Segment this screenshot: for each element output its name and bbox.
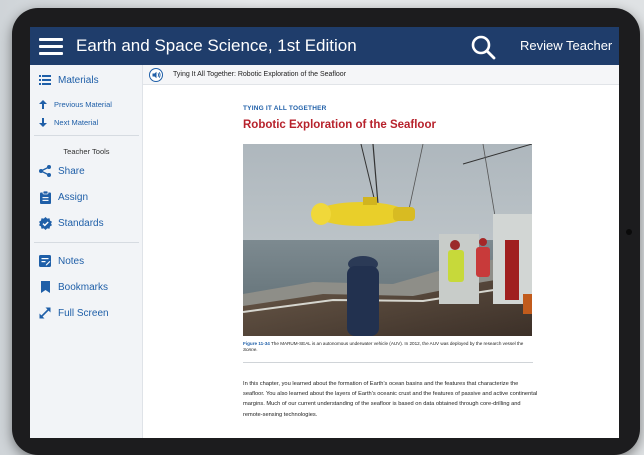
share-icon <box>38 164 52 178</box>
sidebar-item-label: Standards <box>58 217 104 229</box>
sidebar-item-label: Full Screen <box>58 307 109 319</box>
sidebar-item-assign[interactable]: Assign <box>38 190 88 204</box>
teacher-tools-heading: Teacher Tools <box>63 147 110 156</box>
sidebar-item-notes[interactable]: Notes <box>38 254 84 268</box>
sidebar-item-label: Bookmarks <box>58 281 109 293</box>
menu-icon[interactable] <box>39 38 63 55</box>
notes-icon <box>38 254 52 268</box>
seafloor-auv-photo <box>243 144 532 336</box>
bookmark-icon <box>38 280 52 294</box>
sidebar-item-label: Previous Material <box>54 99 112 109</box>
caption-vessel: Sonne <box>243 347 257 352</box>
sidebar-item-label: Assign <box>58 191 89 203</box>
sidebar-item-next[interactable]: Next Material <box>38 115 98 129</box>
tablet-camera <box>626 229 632 235</box>
badge-check-icon <box>38 216 52 230</box>
article-body: In this chapter, you learned about the f… <box>243 381 538 418</box>
arrow-up-icon <box>38 97 48 111</box>
sidebar-item-fullscreen[interactable]: Full Screen <box>38 306 109 320</box>
sidebar-item-standards[interactable]: Standards <box>38 216 104 230</box>
caption-end: . <box>256 347 258 352</box>
caption-text: The MARUM-SEAL is an autonomous underwat… <box>269 341 524 346</box>
search-icon[interactable] <box>470 34 496 60</box>
sidebar-item-bookmarks[interactable]: Bookmarks <box>38 280 108 294</box>
sidebar-item-materials[interactable]: Materials <box>38 73 99 87</box>
speaker-icon[interactable] <box>149 68 163 82</box>
divider <box>34 135 139 136</box>
section-kicker: TYING IT ALL TOGETHER <box>243 105 327 112</box>
divider <box>243 362 533 363</box>
sidebar-item-label: Share <box>58 165 85 177</box>
divider <box>34 242 139 243</box>
figure-caption: Figure 11-34 The MARUM-SEAL is an autono… <box>243 341 533 353</box>
list-icon <box>38 73 52 87</box>
sidebar-item-previous[interactable]: Previous Material <box>38 97 112 111</box>
app-title: Earth and Space Science, 1st Edition <box>76 36 357 55</box>
sidebar: Materials Previous Material Next Materia… <box>30 65 143 438</box>
expand-icon <box>38 306 52 320</box>
clipboard-icon <box>38 190 52 204</box>
app-screen: Earth and Space Science, 1st Edition Rev… <box>30 27 619 438</box>
sidebar-item-label: Next Material <box>54 117 99 127</box>
article-heading: Robotic Exploration of the Seafloor <box>243 119 436 131</box>
sidebar-item-share[interactable]: Share <box>38 164 85 178</box>
main-content: Tying It All Together: Robotic Explorati… <box>143 65 619 438</box>
sidebar-item-label: Materials <box>58 74 99 86</box>
review-teacher-button[interactable]: Review Teacher <box>520 38 612 53</box>
figure-label: Figure 11-34 <box>243 341 270 346</box>
arrow-down-icon <box>38 115 48 129</box>
audio-title: Tying It All Together: Robotic Explorati… <box>173 71 347 78</box>
audio-bar: Tying It All Together: Robotic Explorati… <box>143 65 619 85</box>
sidebar-item-label: Notes <box>58 255 85 267</box>
top-bar: Earth and Space Science, 1st Edition Rev… <box>30 27 619 65</box>
